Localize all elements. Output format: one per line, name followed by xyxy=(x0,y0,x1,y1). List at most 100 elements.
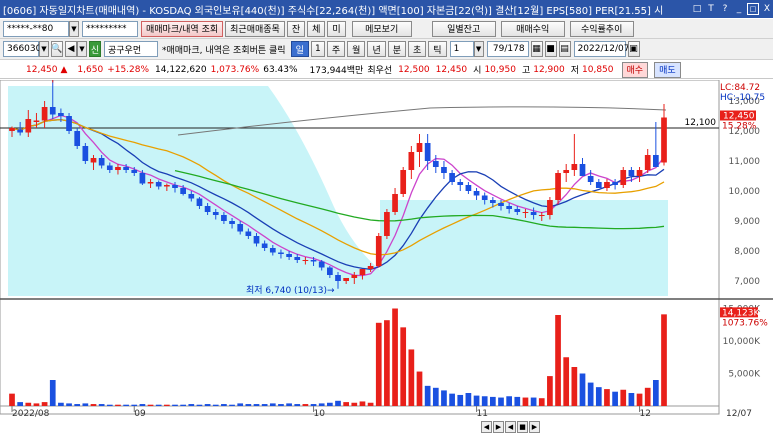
minimize-icon[interactable]: _ xyxy=(733,3,745,15)
volume-percent: 1,073.76% xyxy=(210,64,260,75)
chevron-down-icon[interactable]: ▼ xyxy=(39,41,49,57)
candle-body xyxy=(172,185,178,188)
volume-bar xyxy=(269,403,276,406)
high-price: 12,900 xyxy=(533,64,565,75)
unexecuted-tab[interactable]: 미 xyxy=(327,20,346,37)
x-axis-label: 10 xyxy=(314,409,326,419)
executed-tab[interactable]: 체 xyxy=(307,20,326,37)
interval-input[interactable]: 1 xyxy=(449,41,474,57)
sell-button[interactable]: 매도 xyxy=(654,61,681,78)
daily-balance-button[interactable]: 일별잔고 xyxy=(431,20,496,37)
close-icon[interactable]: X xyxy=(761,3,773,15)
return-trend-button[interactable]: 수익률추이 xyxy=(569,20,634,37)
open-label: 시 xyxy=(473,66,482,76)
chevron-down-icon[interactable]: ▼ xyxy=(77,41,87,57)
settings-icon[interactable]: ▤ xyxy=(558,41,571,57)
volume-bar xyxy=(123,404,129,406)
period-week-button[interactable]: 주 xyxy=(326,41,346,57)
period-day-button[interactable]: 일 xyxy=(290,41,309,57)
account-input[interactable]: *****-**80 xyxy=(3,20,69,37)
help-icon[interactable]: ? xyxy=(719,3,731,15)
candle-body xyxy=(489,200,496,203)
speaker-icon[interactable]: ◀ xyxy=(65,41,77,57)
volume-bar xyxy=(465,393,472,406)
percent-tag: 15.28% xyxy=(722,122,757,132)
candle-body xyxy=(212,212,219,215)
candle-body xyxy=(424,143,431,161)
volume-bar xyxy=(384,320,390,406)
volume-bar xyxy=(131,404,138,406)
maximize-icon[interactable]: □ xyxy=(747,3,759,15)
volume-bar xyxy=(326,402,333,406)
chart-area[interactable]: 13,000 12,000 11,000 10,000 9,000 8,000 7,000 1… xyxy=(0,67,773,434)
volume-bar xyxy=(400,327,407,406)
y-tick-label: 9,000 xyxy=(734,217,760,227)
stop-icon[interactable]: ■ xyxy=(517,421,528,433)
candle-body xyxy=(343,278,350,281)
candle-body xyxy=(457,182,464,185)
volume-bar xyxy=(359,401,366,406)
volume-bar xyxy=(489,396,496,406)
calendar-icon[interactable]: ▣ xyxy=(627,41,640,57)
period-second-button[interactable]: 초 xyxy=(408,41,427,57)
step-back-icon[interactable]: ◀ xyxy=(505,421,516,433)
trade-mark-query-button[interactable]: 매매마크/내역 조회 xyxy=(141,20,224,37)
period-tick-button[interactable]: 틱 xyxy=(428,41,447,57)
scroll-controls: ◀ ▶ ◀ ■ ▶ xyxy=(480,421,540,433)
password-input[interactable]: ********* xyxy=(82,20,138,37)
chevron-down-icon[interactable]: ▼ xyxy=(473,41,484,57)
candle-body xyxy=(652,155,659,167)
restore-icon[interactable]: □ xyxy=(691,3,703,15)
price-chart[interactable]: 13,00012,00011,00010,0009,0008,0007,0001… xyxy=(0,67,773,434)
volume-bar xyxy=(90,404,97,406)
trade-profit-button[interactable]: 매매수익 xyxy=(500,20,565,37)
period-count-field[interactable]: 1 xyxy=(310,41,325,57)
memo-button[interactable]: 메모보기 xyxy=(351,20,412,37)
volume-bar xyxy=(506,396,513,406)
stock-code-input[interactable]: 366030 xyxy=(3,41,41,57)
step-forward-icon[interactable]: ▶ xyxy=(529,421,540,433)
grid-icon[interactable]: ▦ xyxy=(530,41,543,57)
volume-bar xyxy=(163,404,170,406)
scroll-right-icon[interactable]: ▶ xyxy=(493,421,504,433)
volume-bar xyxy=(408,349,415,406)
chevron-down-icon[interactable]: ▼ xyxy=(69,20,79,37)
account-toolbar: *****-**80 ▼ ********* 매매마크/내역 조회 최근매매종목… xyxy=(0,19,773,39)
candle-body xyxy=(400,170,407,194)
volume-bar xyxy=(41,402,48,406)
candle-body xyxy=(66,116,72,131)
period-year-button[interactable]: 년 xyxy=(367,41,386,57)
candle-body xyxy=(245,231,252,236)
candle-body xyxy=(628,170,635,176)
volume-bar xyxy=(188,404,195,406)
volume-bar xyxy=(481,396,488,406)
volume-bar xyxy=(392,308,398,406)
recent-trades-button[interactable]: 최근매매종목 xyxy=(225,20,285,37)
save-icon[interactable]: ■ xyxy=(544,41,557,57)
price-tag: 12,450 xyxy=(723,112,755,122)
balance-tab[interactable]: 잔 xyxy=(286,20,306,37)
up-arrow-icon: ▲ xyxy=(60,64,68,75)
volume-bar xyxy=(644,387,651,406)
open-price: 10,950 xyxy=(484,64,516,75)
volume-bar xyxy=(473,395,480,406)
candle-body xyxy=(530,212,537,215)
scroll-left-icon[interactable]: ◀ xyxy=(481,421,492,433)
candle-body xyxy=(538,215,545,216)
period-minute-button[interactable]: 분 xyxy=(387,41,406,57)
candle-body xyxy=(522,212,529,213)
current-price: 12,450 xyxy=(26,64,58,75)
volume-bar xyxy=(579,373,586,406)
date-input[interactable]: 2022/12/07 xyxy=(573,41,629,57)
candle-body xyxy=(25,119,32,133)
period-month-button[interactable]: 월 xyxy=(347,41,366,57)
candle-body xyxy=(196,198,203,206)
text-icon[interactable]: T xyxy=(705,3,717,15)
candle-body xyxy=(367,266,374,269)
volume-bar xyxy=(530,397,537,406)
buy-button[interactable]: 매수 xyxy=(621,61,649,78)
volume-bar xyxy=(286,403,292,406)
search-icon[interactable]: 🔍 xyxy=(51,41,63,57)
volume-bar xyxy=(449,393,455,406)
candle-body xyxy=(286,254,292,257)
